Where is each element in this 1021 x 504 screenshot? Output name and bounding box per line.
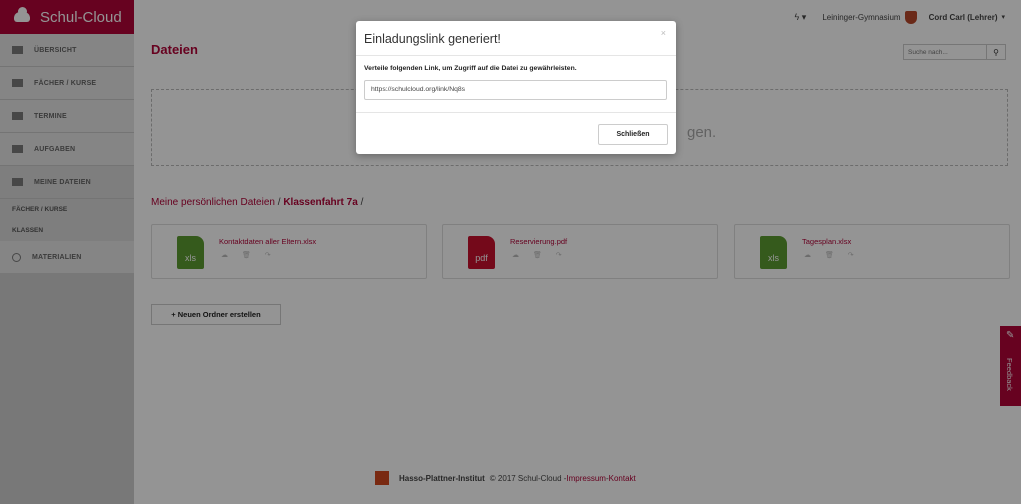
invite-link-modal: Einladungslink generiert! × Verteile fol… (356, 21, 676, 154)
modal-header: Einladungslink generiert! × (356, 21, 676, 56)
close-icon[interactable]: × (661, 28, 666, 38)
modal-label: Verteile folgenden Link, um Zugriff auf … (364, 65, 577, 72)
close-button[interactable]: Schließen (598, 124, 668, 145)
modal-title: Einladungslink generiert! (364, 32, 501, 46)
modal-body: Verteile folgenden Link, um Zugriff auf … (356, 56, 676, 113)
invite-link-field[interactable] (364, 79, 667, 100)
modal-footer: Schließen (356, 113, 676, 153)
